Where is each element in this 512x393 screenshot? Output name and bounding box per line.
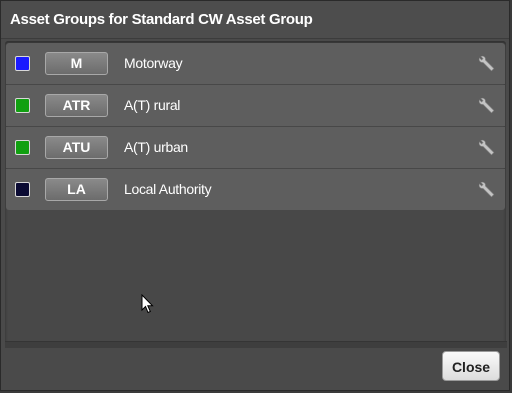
asset-group-code-badge[interactable]: LA	[45, 178, 108, 201]
asset-group-code-badge[interactable]: M	[45, 52, 108, 75]
color-swatch	[15, 182, 30, 197]
asset-group-list: M Motorway ATR A(T) rural ATU A(T) urban	[5, 41, 506, 347]
dialog-title: Asset Groups for Standard CW Asset Group	[10, 11, 313, 28]
asset-group-row-la[interactable]: LA Local Authority	[6, 169, 505, 210]
asset-group-name: A(T) rural	[124, 97, 181, 113]
footer-divider	[5, 341, 507, 348]
wrench-icon[interactable]	[478, 97, 496, 115]
asset-group-code-badge[interactable]: ATU	[45, 136, 108, 159]
close-button[interactable]: Close	[442, 351, 500, 381]
asset-group-name: Local Authority	[124, 181, 212, 197]
color-swatch	[15, 56, 30, 71]
asset-groups-dialog: Asset Groups for Standard CW Asset Group…	[0, 0, 510, 391]
asset-group-name: Motorway	[124, 55, 183, 71]
color-swatch	[15, 98, 30, 113]
mouse-pointer-icon	[141, 294, 154, 314]
wrench-icon[interactable]	[478, 55, 496, 73]
asset-group-row-atr[interactable]: ATR A(T) rural	[6, 85, 505, 126]
color-swatch	[15, 140, 30, 155]
asset-group-row-m[interactable]: M Motorway	[6, 43, 505, 84]
asset-group-code-badge[interactable]: ATR	[45, 94, 108, 117]
asset-group-name: A(T) urban	[124, 139, 188, 155]
dialog-title-bar[interactable]: Asset Groups for Standard CW Asset Group	[1, 1, 509, 39]
wrench-icon[interactable]	[478, 139, 496, 157]
wrench-icon[interactable]	[478, 181, 496, 199]
asset-group-row-atu[interactable]: ATU A(T) urban	[6, 127, 505, 168]
